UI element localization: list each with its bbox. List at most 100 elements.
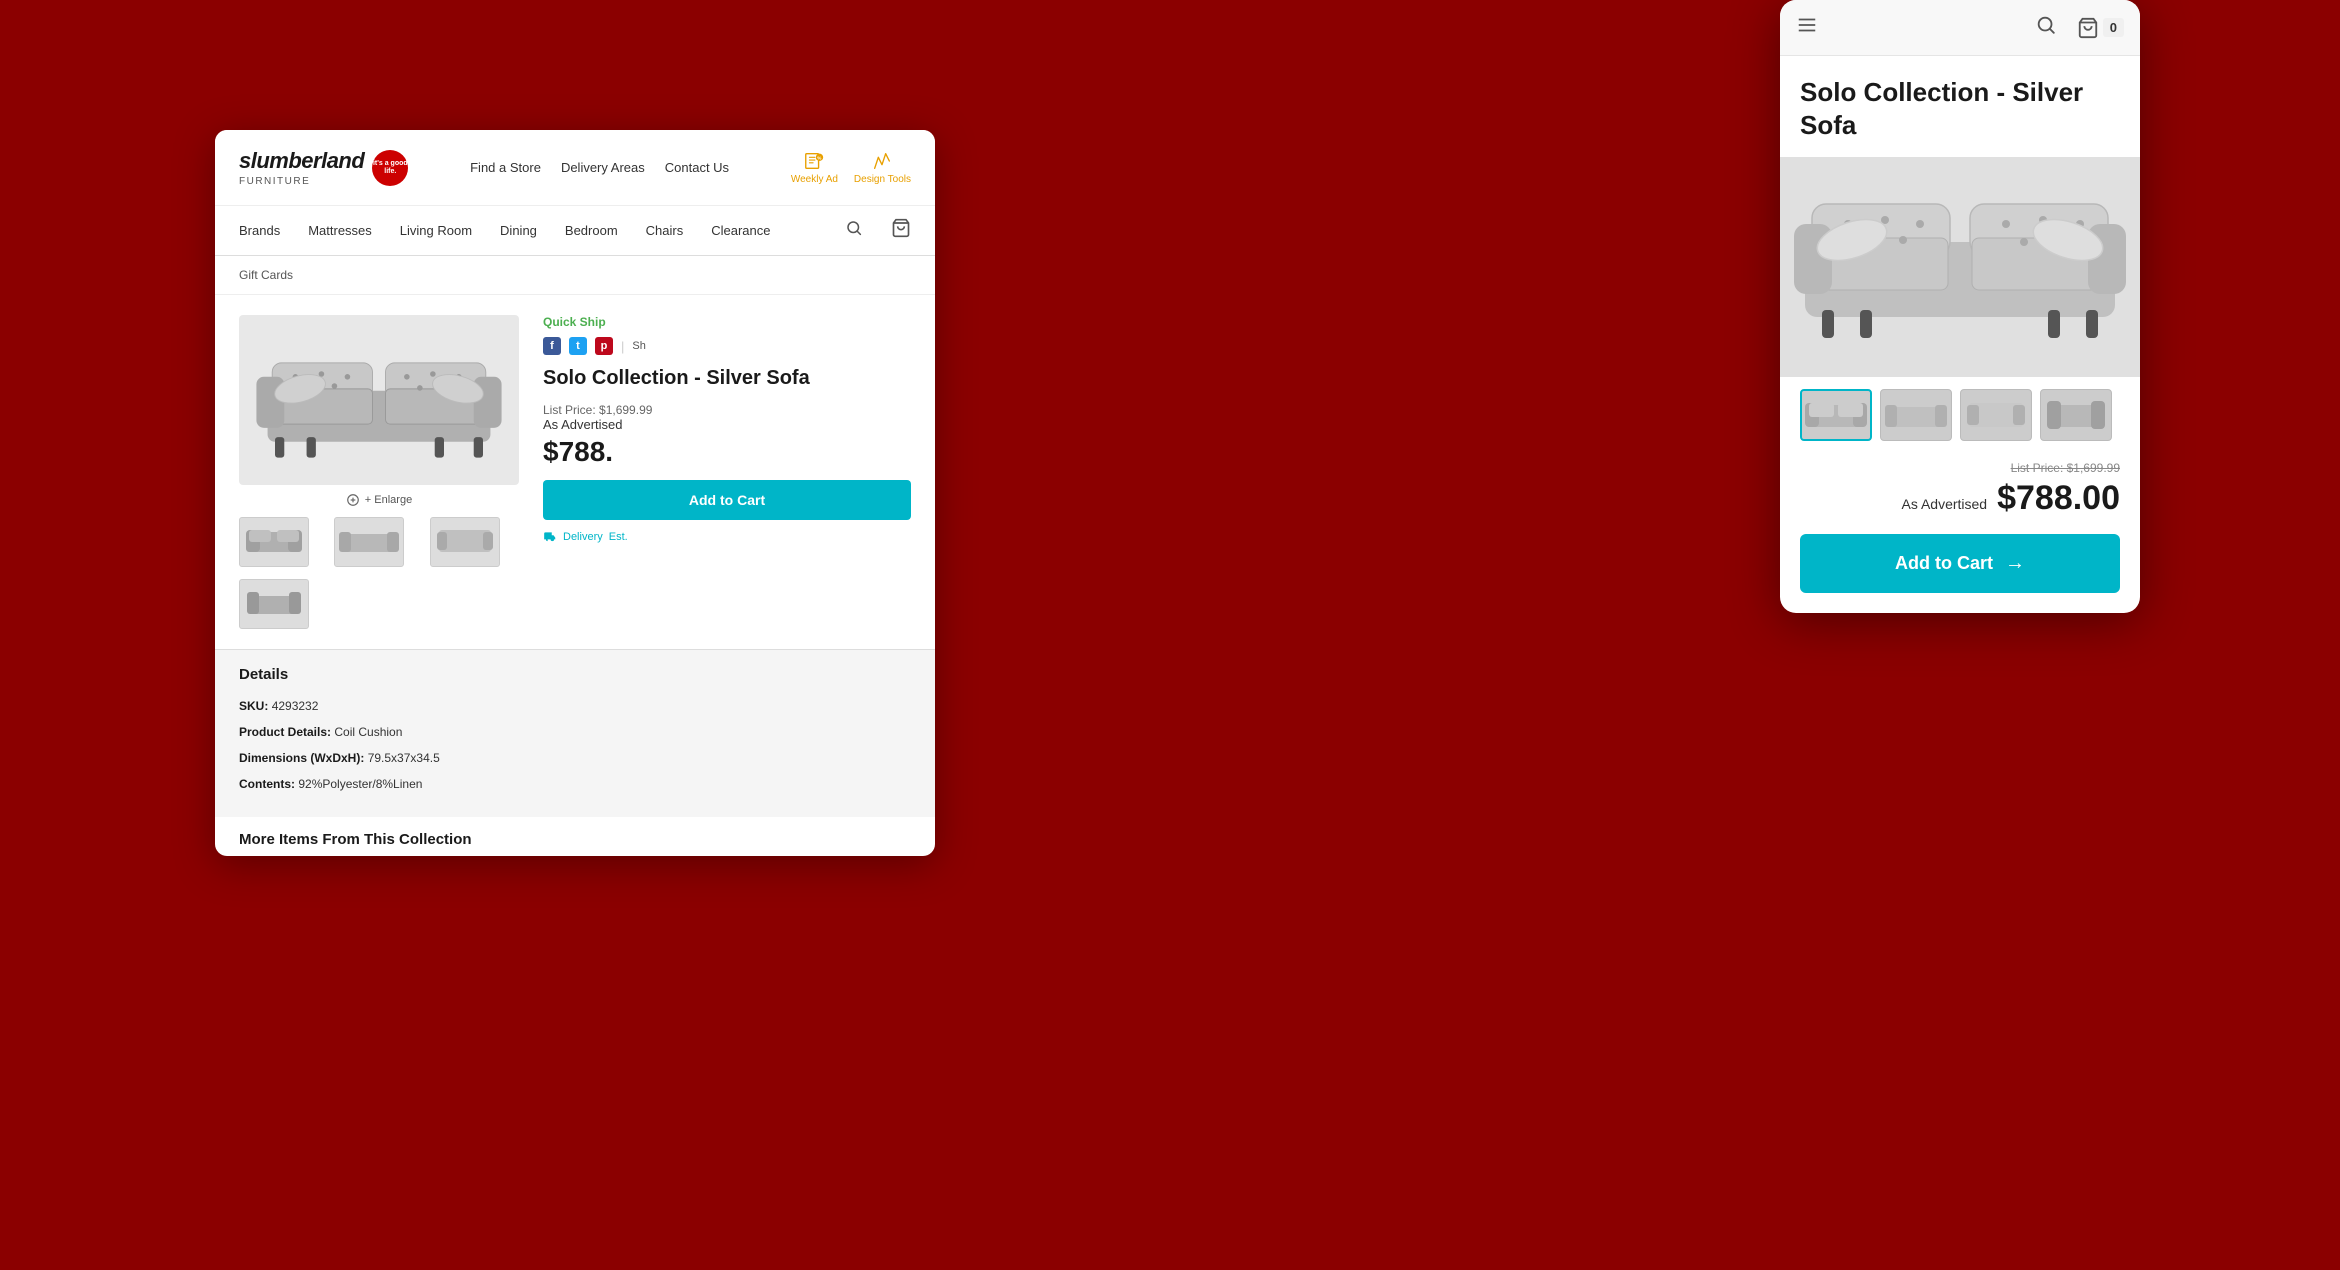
mobile-thumb-3[interactable] <box>1960 389 2032 441</box>
design-tools-label: Design Tools <box>854 174 911 185</box>
dimensions-label: Dimensions (WxDxH): <box>239 751 364 765</box>
mobile-product-title: Solo Collection - Silver Sofa <box>1780 56 2140 157</box>
desktop-card: slumberland FURNITURE it's a good life. … <box>215 130 935 856</box>
detail-sku: SKU: 4293232 <box>239 697 911 715</box>
share-divider: | <box>621 339 624 354</box>
social-icons: f t p | Sh <box>543 337 911 355</box>
mobile-list-price: List Price: $1,699.99 <box>1800 461 2120 475</box>
mobile-thumb-2[interactable] <box>1880 389 1952 441</box>
menu-living-room[interactable]: Living Room <box>400 223 472 238</box>
design-tools-icon-item[interactable]: Design Tools <box>854 150 911 185</box>
mobile-thumb-icon-4 <box>2045 393 2107 437</box>
hamburger-icon <box>1796 14 1818 36</box>
logo-text-block: slumberland FURNITURE <box>239 148 364 187</box>
contents-label: Contents: <box>239 777 295 791</box>
thumbnail-grid <box>239 517 519 629</box>
as-advertised-desktop: As Advertised <box>543 417 911 432</box>
desktop-menu: Brands Mattresses Living Room Dining Bed… <box>215 206 935 256</box>
design-tools-icon <box>871 150 893 172</box>
logo-badge: it's a good life. <box>372 150 408 186</box>
mobile-cart-area[interactable]: 0 <box>2077 17 2124 39</box>
list-price-desktop: List Price: $1,699.99 <box>543 403 911 417</box>
thumb-sofa-4 <box>244 584 304 624</box>
thumb-3[interactable] <box>430 517 500 567</box>
delivery-icon <box>543 530 557 544</box>
sku-value: 4293232 <box>272 699 319 713</box>
svg-text:%: % <box>818 156 822 161</box>
mobile-menu-icon[interactable] <box>1796 14 1818 41</box>
desktop-search-icon[interactable] <box>845 219 863 242</box>
mobile-thumb-1[interactable] <box>1800 389 1872 441</box>
desktop-product-title: Solo Collection - Silver Sofa <box>543 365 911 391</box>
thumb-2[interactable] <box>334 517 404 567</box>
nav-icons: % Weekly Ad Design Tools <box>791 150 911 185</box>
nav-delivery-areas[interactable]: Delivery Areas <box>561 160 645 175</box>
thumb-sofa-2 <box>339 522 399 562</box>
detail-contents: Contents: 92%Polyester/8%Linen <box>239 775 911 793</box>
contents-value: 92%Polyester/8%Linen <box>298 777 422 791</box>
brand-name: slumberland <box>239 148 364 173</box>
product-info: Quick Ship f t p | Sh Solo Collection - … <box>543 315 911 629</box>
list-price-value: $1,699.99 <box>599 403 652 417</box>
menu-dining[interactable]: Dining <box>500 223 537 238</box>
more-items-title: More Items From This Collection <box>215 817 935 856</box>
sale-price-desktop: $788. <box>543 436 911 468</box>
thumb-1[interactable] <box>239 517 309 567</box>
enlarge-label: + Enlarge <box>365 494 412 506</box>
menu-chairs[interactable]: Chairs <box>646 223 684 238</box>
weekly-ad-label: Weekly Ad <box>791 174 838 185</box>
mobile-as-advertised-row: As Advertised $788.00 <box>1800 479 2120 518</box>
gift-cards-link[interactable]: Gift Cards <box>239 268 293 282</box>
mobile-thumb-4[interactable] <box>2040 389 2112 441</box>
mobile-header: 0 <box>1780 0 2140 56</box>
mobile-search-icon[interactable] <box>2035 14 2057 41</box>
twitter-share-icon[interactable]: t <box>569 337 587 355</box>
share-label: Sh <box>632 340 645 352</box>
mobile-header-icons: 0 <box>2035 14 2124 41</box>
product-image-area: + Enlarge <box>239 315 519 629</box>
facebook-share-icon[interactable]: f <box>543 337 561 355</box>
gift-cards-row: Gift Cards <box>215 256 935 295</box>
sku-label: SKU: <box>239 699 268 713</box>
menu-bedroom[interactable]: Bedroom <box>565 223 618 238</box>
add-to-cart-desktop-button[interactable]: Add to Cart <box>543 480 911 520</box>
nav-contact-us[interactable]: Contact Us <box>665 160 729 175</box>
weekly-ad-icon-item[interactable]: % Weekly Ad <box>791 150 838 185</box>
list-price-label: List Price: <box>543 403 596 417</box>
nav-find-store[interactable]: Find a Store <box>470 160 541 175</box>
mobile-sale-price: $788.00 <box>1997 479 2120 518</box>
mobile-add-to-cart-button[interactable]: Add to Cart → <box>1800 534 2120 593</box>
delivery-info[interactable]: Delivery Est. <box>543 530 911 544</box>
menu-brands[interactable]: Brands <box>239 223 280 238</box>
dimensions-value: 79.5x37x34.5 <box>368 751 440 765</box>
detail-dimensions: Dimensions (WxDxH): 79.5x37x34.5 <box>239 749 911 767</box>
menu-clearance[interactable]: Clearance <box>711 223 770 238</box>
brand-subtitle: FURNITURE <box>239 176 364 187</box>
pinterest-share-icon[interactable]: p <box>595 337 613 355</box>
mobile-thumb-icon-1 <box>1805 393 1867 437</box>
mobile-thumb-icon-3 <box>1965 393 2027 437</box>
main-product-image <box>239 315 519 485</box>
mobile-card: 0 Solo Collection - Silver Sofa <box>1780 0 2140 613</box>
enlarge-button[interactable]: + Enlarge <box>239 493 519 507</box>
desktop-nav-links: Find a Store Delivery Areas Contact Us <box>470 160 729 175</box>
mobile-pricing: List Price: $1,699.99 As Advertised $788… <box>1780 453 2140 534</box>
logo-area: slumberland FURNITURE it's a good life. <box>239 148 408 187</box>
details-section: Details SKU: 4293232 Product Details: Co… <box>215 649 935 817</box>
enlarge-icon <box>346 493 360 507</box>
sofa-illustration <box>249 325 509 475</box>
thumb-4[interactable] <box>239 579 309 629</box>
desktop-cart-icon[interactable] <box>891 218 911 243</box>
mobile-sofa-illustration <box>1790 162 2130 372</box>
arrow-right-icon: → <box>2005 552 2025 575</box>
menu-mattresses[interactable]: Mattresses <box>308 223 372 238</box>
product-section: + Enlarge <box>215 295 935 649</box>
as-advertised-label: As Advertised <box>543 417 623 432</box>
mobile-main-image <box>1780 157 2140 377</box>
mobile-as-advertised-label: As Advertised <box>1901 496 1987 512</box>
mobile-cart-icon <box>2077 17 2099 39</box>
mobile-add-to-cart-label: Add to Cart <box>1895 553 1993 574</box>
delivery-est: Est. <box>609 531 628 543</box>
product-details-value: Coil Cushion <box>334 725 402 739</box>
weekly-ad-icon: % <box>803 150 825 172</box>
